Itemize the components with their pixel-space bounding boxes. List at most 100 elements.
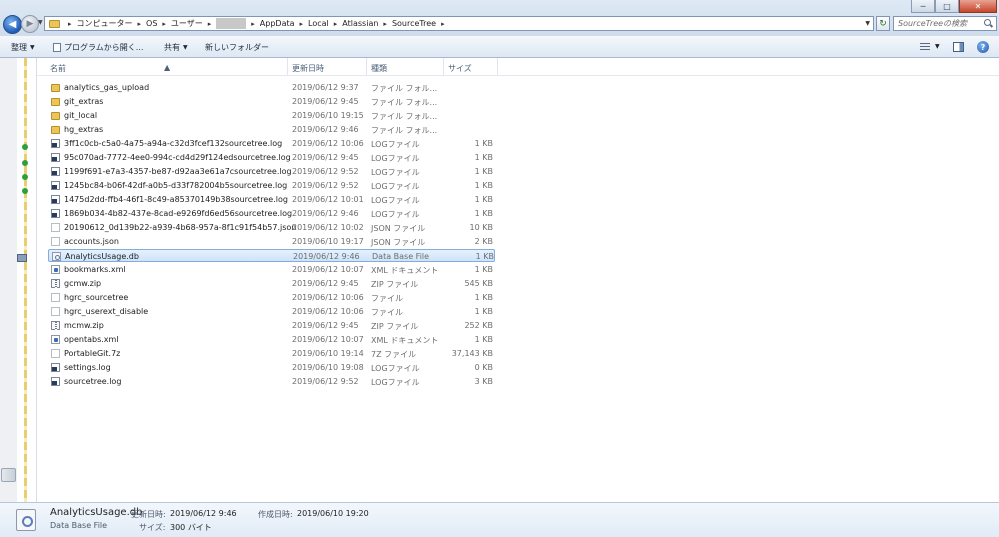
breadcrumb-users[interactable]: ユーザー <box>171 18 203 29</box>
file-row[interactable]: settings.log 2019/06/10 19:08 LOGファイル 0 KB <box>48 361 495 374</box>
network-status-icon[interactable] <box>22 144 28 150</box>
network-status-icon[interactable] <box>22 160 28 166</box>
recent-pages-dropdown[interactable]: ▼ <box>38 19 43 26</box>
file-row[interactable]: sourcetree.log 2019/06/12 9:52 LOGファイル 3 KB <box>48 375 495 388</box>
details-created-value: 2019/06/10 19:20 <box>297 509 369 518</box>
breadcrumb-separator-icon[interactable]: ▸ <box>441 20 445 28</box>
folder-icon <box>51 84 60 92</box>
column-header-size[interactable]: サイズ <box>448 63 472 74</box>
file-date: 2019/06/10 19:14 <box>292 349 364 358</box>
log-file-icon <box>51 209 60 218</box>
file-date: 2019/06/12 10:06 <box>292 293 364 302</box>
file-date: 2019/06/10 19:17 <box>292 237 364 246</box>
scrollbar-thumb[interactable] <box>1 468 16 482</box>
breadcrumb-os[interactable]: OS <box>146 19 157 28</box>
minimize-button[interactable]: ─ <box>911 0 935 13</box>
preview-pane-icon[interactable] <box>953 42 964 52</box>
file-row[interactable]: accounts.json 2019/06/10 19:17 JSON ファイル 2 … <box>48 235 495 248</box>
file-row[interactable]: git_local 2019/06/10 19:15 ファイル フォル... <box>48 109 495 122</box>
file-row[interactable]: git_extras 2019/06/12 9:45 ファイル フォル... <box>48 95 495 108</box>
network-status-icon[interactable] <box>22 188 28 194</box>
column-header-name[interactable]: 名前 <box>50 63 66 74</box>
file-row[interactable]: AnalyticsUsage.db 2019/06/12 9:46 Data Bas… <box>48 249 495 262</box>
file-icon <box>51 307 60 316</box>
file-name: hgrc_userext_disable <box>64 307 149 316</box>
breadcrumb-separator-icon[interactable]: ▸ <box>334 20 338 28</box>
file-row[interactable]: hg_extras 2019/06/12 9:46 ファイル フォル... <box>48 123 495 136</box>
file-type: LOGファイル <box>371 196 420 205</box>
organize-button[interactable]: 整理 ▼ <box>11 42 35 53</box>
close-button[interactable]: ✕ <box>959 0 997 13</box>
back-button[interactable]: ◀ <box>3 15 22 34</box>
organize-label: 整理 <box>11 43 27 52</box>
chevron-down-icon[interactable]: ▼ <box>935 43 940 50</box>
file-row[interactable]: 1245bc84-b06f-42df-a0b5-d33f782004b5sour… <box>48 179 495 192</box>
file-row[interactable]: 1199f691-e7a3-4357-be87-d92aa3e61a7csour… <box>48 165 495 178</box>
column-header-type[interactable]: 種類 <box>371 63 387 74</box>
file-row[interactable]: analytics_gas_upload 2019/06/12 9:37 ファイル … <box>48 81 495 94</box>
maximize-button[interactable]: □ <box>935 0 959 13</box>
file-row[interactable]: 3ff1c0cb-c5a0-4a75-a94a-c32d3fcef132sour… <box>48 137 495 150</box>
file-date: 2019/06/12 9:46 <box>292 125 359 134</box>
navigation-scrollbar[interactable] <box>0 58 17 502</box>
file-row[interactable]: hgrc_userext_disable 2019/06/12 10:06 ファイル… <box>48 305 495 318</box>
breadcrumb-atlassian[interactable]: Atlassian <box>342 19 378 28</box>
chevron-down-icon: ▼ <box>30 44 35 51</box>
breadcrumb-sourcetree[interactable]: SourceTree <box>392 19 436 28</box>
network-status-icon[interactable] <box>22 174 28 180</box>
breadcrumb-local[interactable]: Local <box>308 19 329 28</box>
file-row[interactable]: opentabs.xml 2019/06/12 10:07 XML ドキュメント 1 … <box>48 333 495 346</box>
new-folder-button[interactable]: 新しいフォルダー <box>205 42 269 53</box>
file-row[interactable]: PortableGit.7z 2019/06/10 19:14 7Z ファイル 37,… <box>48 347 495 360</box>
file-name: 1245bc84-b06f-42df-a0b5-d33f782004b5sour… <box>64 181 288 190</box>
file-type: 7Z ファイル <box>371 350 417 359</box>
file-size: 1 KB <box>474 195 493 204</box>
file-type: ファイル <box>371 294 403 303</box>
file-date: 2019/06/12 10:07 <box>292 335 364 344</box>
address-dropdown-icon[interactable]: ▼ <box>865 20 870 27</box>
title-address-bar: ─ □ ✕ ◀ ▶ ▼ ▸ コンピューター ▸ OS ▸ ユーザー ▸ ▸ Ap… <box>0 0 999 36</box>
file-size: 1 KB <box>475 252 494 261</box>
column-divider[interactable] <box>366 58 367 76</box>
file-row[interactable]: gcmw.zip 2019/06/12 9:45 ZIP ファイル 545 KB <box>48 277 495 290</box>
open-with-button[interactable]: プログラムから開く... <box>53 42 143 53</box>
file-row[interactable]: hgrc_sourcetree 2019/06/12 10:06 ファイル 1 KB <box>48 291 495 304</box>
column-divider[interactable] <box>497 58 498 76</box>
breadcrumb-separator-icon[interactable]: ▸ <box>300 20 304 28</box>
address-bar[interactable]: ▸ コンピューター ▸ OS ▸ ユーザー ▸ ▸ AppData ▸ Loca… <box>44 16 874 31</box>
file-row[interactable]: 95c070ad-7772-4ee0-994c-cd4d29f124edsour… <box>48 151 495 164</box>
computer-icon[interactable] <box>17 254 27 262</box>
breadcrumb-separator-icon[interactable]: ▸ <box>138 20 142 28</box>
refresh-button[interactable]: ↻ <box>876 16 890 31</box>
file-row[interactable]: mcmw.zip 2019/06/12 9:45 ZIP ファイル 252 KB <box>48 319 495 332</box>
file-row[interactable]: 1475d2dd-ffb4-46f1-8c49-a85370149b38sour… <box>48 193 495 206</box>
search-input[interactable]: SourceTreeの検索 <box>893 16 997 31</box>
breadcrumb-separator-icon[interactable]: ▸ <box>383 20 387 28</box>
column-header-date[interactable]: 更新日時 <box>292 63 324 74</box>
breadcrumb-computer[interactable]: コンピューター <box>77 18 133 29</box>
breadcrumb-appdata[interactable]: AppData <box>260 19 295 28</box>
file-type: LOGファイル <box>371 168 420 177</box>
file-name: analytics_gas_upload <box>64 83 150 92</box>
breadcrumb-separator-icon[interactable]: ▸ <box>162 20 166 28</box>
forward-button[interactable]: ▶ <box>21 15 39 33</box>
file-date: 2019/06/12 9:52 <box>292 181 359 190</box>
details-modified-value: 2019/06/12 9:46 <box>170 509 237 518</box>
file-date: 2019/06/12 9:52 <box>292 377 359 386</box>
search-icon <box>984 19 993 28</box>
file-row[interactable]: 20190612_0d139b22-a939-4b68-957a-8f1c91f… <box>48 221 495 234</box>
breadcrumb-separator-icon[interactable]: ▸ <box>208 20 212 28</box>
file-name: 95c070ad-7772-4ee0-994c-cd4d29f124edsour… <box>64 153 291 162</box>
column-divider[interactable] <box>287 58 288 76</box>
breadcrumb-separator-icon[interactable]: ▸ <box>251 20 255 28</box>
breadcrumb-separator-icon[interactable]: ▸ <box>68 20 72 28</box>
breadcrumb-user-redacted[interactable] <box>216 18 247 29</box>
share-button[interactable]: 共有 ▼ <box>164 42 188 53</box>
file-row[interactable]: 1869b034-4b82-437e-8cad-e9269fd6ed56sour… <box>48 207 495 220</box>
column-divider[interactable] <box>443 58 444 76</box>
help-icon[interactable]: ? <box>977 41 989 53</box>
file-row[interactable]: bookmarks.xml 2019/06/12 10:07 XML ドキュメント 1… <box>48 263 495 276</box>
tree-folder-strip <box>24 58 27 502</box>
view-options-icon[interactable] <box>920 43 930 52</box>
command-bar: 整理 ▼ プログラムから開く... 共有 ▼ 新しいフォルダー ▼ ? <box>0 36 999 58</box>
